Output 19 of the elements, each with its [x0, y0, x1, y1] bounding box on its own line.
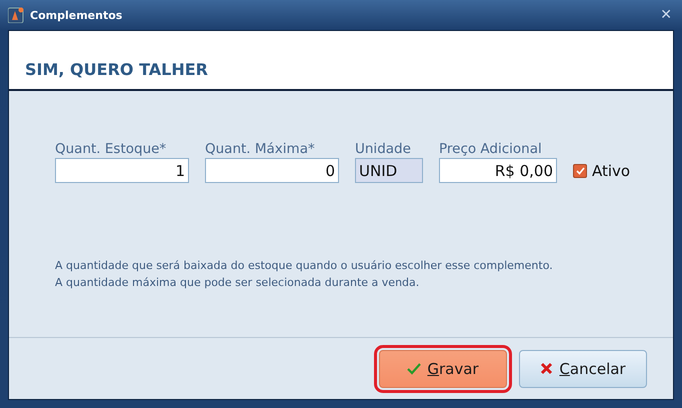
- input-field[interactable]: 0: [205, 158, 339, 183]
- close-icon: [540, 362, 554, 375]
- header-title: SIM, QUERO TALHER: [25, 60, 208, 79]
- window-title: Complementos: [30, 8, 124, 22]
- check-icon: [576, 166, 584, 174]
- hint-text: A quantidade que será baixada do estoque quando o usuário escolher esse complemento.: [55, 259, 554, 272]
- app-icon: [8, 7, 24, 23]
- field-label: Quant. Máxima*: [205, 141, 316, 157]
- hint-text: A quantidade máxima que pode ser selecionada durante a venda.: [55, 276, 420, 289]
- checkbox-label: Ativo: [592, 162, 630, 180]
- checkbox[interactable]: [573, 164, 587, 178]
- cancel-button[interactable]: Cancelar: [519, 350, 647, 388]
- field-label: Quant. Estoque*: [55, 141, 168, 157]
- input-field[interactable]: R$ 0,00: [439, 158, 557, 183]
- check-icon: [407, 362, 422, 374]
- field-label: Unidade: [355, 141, 412, 157]
- field-label: Preço Adicional: [439, 141, 543, 157]
- close-button[interactable]: ✕: [660, 7, 674, 23]
- input-field[interactable]: 1: [55, 158, 189, 183]
